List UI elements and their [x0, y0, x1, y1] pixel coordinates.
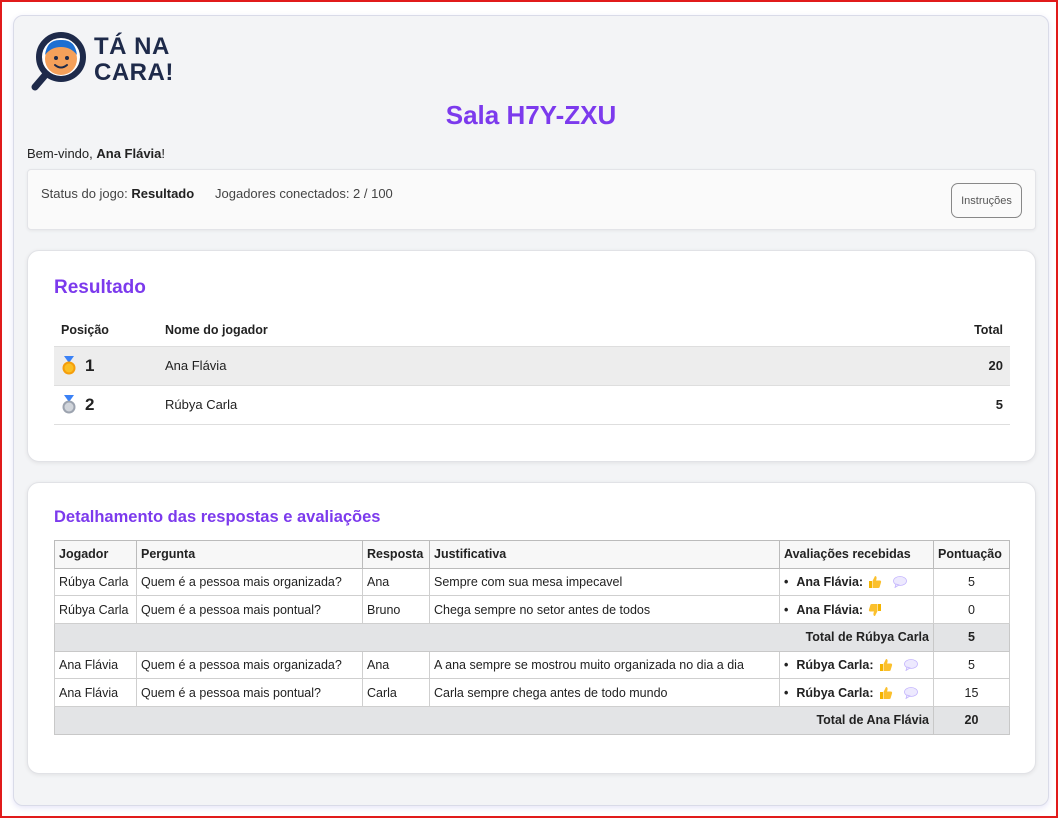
cell-answer: Ana [362, 567, 430, 597]
cell-justification: A ana sempre se mostrou muito organizada… [429, 650, 780, 680]
cell-score: 5 [933, 567, 1010, 597]
cell-player: Ana Flávia [54, 650, 137, 680]
cell-justification: Sempre com sua mesa impecavel [429, 567, 780, 597]
details-title: Detalhamento das respostas e avaliações [54, 508, 381, 526]
player-name: Rúbya Carla [158, 384, 781, 425]
thumbs-up-icon [879, 659, 892, 672]
detail-row: Ana Flávia Quem é a pessoa mais pontual?… [54, 678, 1010, 708]
ranking-table: Posição Nome do jogador Total 1 Ana Fláv… [54, 314, 1010, 425]
player-total-row: Total de Ana Flávia 20 [54, 706, 1010, 735]
game-status: Status do jogo: Resultado [41, 186, 195, 201]
thumbs-down-icon [868, 603, 882, 616]
comment-icon[interactable] [903, 659, 918, 672]
cell-evaluations: • Rúbya Carla: [779, 678, 934, 708]
cell-question: Quem é a pessoa mais pontual? [136, 595, 363, 625]
magnifier-face-icon [31, 32, 86, 91]
header-player: Jogador [54, 540, 137, 569]
cell-score: 15 [933, 678, 1010, 708]
detail-row: Rúbya Carla Quem é a pessoa mais pontual… [54, 595, 1010, 625]
cell-justification: Chega sempre no setor antes de todos [429, 595, 780, 625]
welcome-username: Ana Flávia [96, 146, 162, 161]
header-answer: Resposta [362, 540, 430, 569]
detail-row: Ana Flávia Quem é a pessoa mais organiza… [54, 650, 1010, 680]
evaluator-name: Ana Flávia: [796, 602, 864, 617]
evaluator-name: Ana Flávia: [796, 575, 864, 590]
cell-question: Quem é a pessoa mais organizada? [136, 650, 363, 680]
cell-score: 0 [933, 595, 1010, 625]
cell-score: 5 [933, 650, 1010, 680]
logo-text: TÁ NA CARA! [94, 33, 174, 86]
header-position: Posição [61, 322, 109, 337]
cell-question: Quem é a pessoa mais pontual? [136, 678, 363, 708]
results-title: Resultado [54, 277, 146, 298]
cell-answer: Ana [362, 650, 430, 680]
player-total-row: Total de Rúbya Carla 5 [54, 623, 1010, 652]
app-container: TÁ NA CARA! Sala H7Y-ZXU Bem-vindo, Ana … [13, 15, 1049, 806]
details-card: Detalhamento das respostas e avaliações … [27, 482, 1036, 774]
cell-player: Ana Flávia [54, 678, 137, 708]
status-bar: Status do jogo: Resultado Jogadores cone… [27, 169, 1036, 230]
cell-answer: Bruno [362, 595, 430, 625]
header-question: Pergunta [136, 540, 363, 569]
cell-player: Rúbya Carla [54, 595, 137, 625]
results-card: Resultado Posição Nome do jogador Total [27, 250, 1036, 462]
evaluator-name: Rúbya Carla: [796, 658, 874, 673]
position-number: 2 [85, 394, 95, 414]
total-label: Total de Rúbya Carla [54, 623, 934, 652]
player-name: Ana Flávia [158, 345, 781, 385]
silver-medal-icon [62, 394, 76, 413]
header-player-name: Nome do jogador [165, 322, 268, 337]
total-value: 5 [933, 623, 1010, 652]
evaluator-name: Rúbya Carla: [796, 685, 874, 700]
connected-players: Jogadores conectados: 2 / 100 [215, 186, 393, 201]
gold-medal-icon [62, 355, 76, 374]
cell-justification: Carla sempre chega antes de todo mundo [429, 678, 780, 708]
position-number: 1 [85, 355, 95, 375]
header-justification: Justificativa [429, 540, 780, 569]
player-total: 20 [780, 345, 1010, 385]
cell-question: Quem é a pessoa mais organizada? [136, 567, 363, 597]
ranking-row: 2 Rúbya Carla 5 [54, 384, 1010, 425]
comment-icon[interactable] [903, 686, 918, 699]
detail-row: Rúbya Carla Quem é a pessoa mais organiz… [54, 567, 1010, 597]
header-total: Total [974, 322, 1003, 337]
ranking-row: 1 Ana Flávia 20 [54, 345, 1010, 385]
comment-icon[interactable] [893, 576, 907, 589]
instructions-button[interactable]: Instruções [951, 183, 1022, 218]
player-total: 5 [780, 384, 1010, 425]
cell-evaluations: • Ana Flávia: [779, 595, 934, 625]
cell-player: Rúbya Carla [54, 567, 137, 597]
header-score: Pontuação [933, 540, 1010, 569]
room-title: Sala H7Y-ZXU [445, 100, 617, 130]
header-evaluations: Avaliações recebidas [779, 540, 934, 569]
total-label: Total de Ana Flávia [54, 706, 934, 735]
total-value: 20 [933, 706, 1010, 735]
welcome-message: Bem-vindo, Ana Flávia! [27, 146, 166, 161]
thumbs-up-icon [879, 686, 892, 699]
cell-evaluations: • Ana Flávia: [779, 567, 934, 597]
app-logo[interactable]: TÁ NA CARA! [27, 29, 177, 95]
thumbs-up-icon [869, 576, 882, 589]
details-table: Jogador Pergunta Resposta Justificativa … [54, 540, 1010, 735]
cell-evaluations: • Rúbya Carla: [779, 650, 934, 680]
cell-answer: Carla [362, 678, 430, 708]
